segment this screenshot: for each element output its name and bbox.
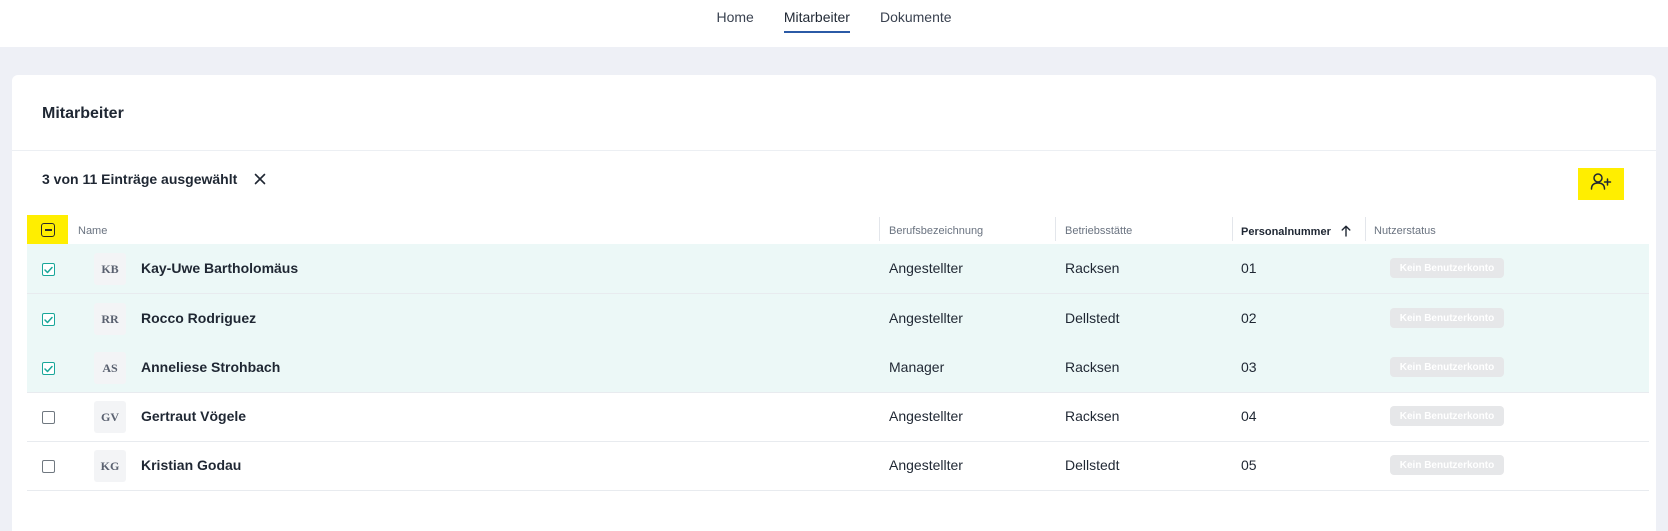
job-title: Angestellter bbox=[889, 408, 963, 424]
table-row[interactable]: AS Anneliese Strohbach Manager Racksen 0… bbox=[27, 343, 1649, 393]
employee-name: Kristian Godau bbox=[141, 457, 242, 473]
column-separator bbox=[879, 217, 880, 241]
column-header-personalnummer-label: Personalnummer bbox=[1241, 226, 1331, 238]
row-checkbox[interactable] bbox=[42, 362, 55, 375]
column-separator bbox=[1365, 217, 1366, 241]
table-row[interactable]: GV Gertraut Vögele Angestellter Racksen … bbox=[27, 392, 1649, 442]
status-badge: Kein Benutzerkonto bbox=[1390, 357, 1504, 377]
table-row[interactable]: KB Kay-Uwe Bartholomäus Angestellter Rac… bbox=[27, 244, 1649, 294]
job-title: Angestellter bbox=[889, 310, 963, 326]
column-header-betriebsstaette[interactable]: Betriebsstätte bbox=[1065, 225, 1132, 237]
column-header-personalnummer[interactable]: Personalnummer bbox=[1241, 225, 1351, 240]
table-row[interactable]: RR Rocco Rodriguez Angestellter Dellsted… bbox=[27, 294, 1649, 344]
employees-card: Mitarbeiter 3 von 11 Einträge ausgewählt… bbox=[12, 75, 1656, 531]
close-icon[interactable] bbox=[251, 170, 269, 188]
row-checkbox[interactable] bbox=[42, 411, 55, 424]
employee-name: Gertraut Vögele bbox=[141, 408, 247, 424]
personnel-number: 05 bbox=[1241, 457, 1257, 473]
avatar: AS bbox=[94, 352, 126, 384]
site: Dellstedt bbox=[1065, 310, 1120, 326]
column-header-name[interactable]: Name bbox=[78, 225, 107, 237]
employee-name: Rocco Rodriguez bbox=[141, 310, 257, 326]
add-user-button[interactable] bbox=[1578, 168, 1624, 200]
site: Racksen bbox=[1065, 260, 1120, 276]
select-all-checkbox[interactable] bbox=[41, 223, 55, 237]
status-badge: Kein Benutzerkonto bbox=[1390, 258, 1504, 278]
employee-name: Anneliese Strohbach bbox=[141, 359, 281, 375]
job-title: Angestellter bbox=[889, 260, 963, 276]
row-checkbox[interactable] bbox=[42, 313, 55, 326]
column-separator bbox=[1055, 217, 1056, 241]
top-navigation: Home Mitarbeiter Dokumente bbox=[0, 0, 1668, 47]
job-title: Manager bbox=[889, 359, 945, 375]
nav-link-mitarbeiter[interactable]: Mitarbeiter bbox=[783, 0, 851, 33]
personnel-number: 02 bbox=[1241, 310, 1257, 326]
personnel-number: 03 bbox=[1241, 359, 1257, 375]
nav-links: Home Mitarbeiter Dokumente bbox=[0, 0, 1668, 47]
row-checkbox[interactable] bbox=[42, 263, 55, 276]
site: Racksen bbox=[1065, 359, 1120, 375]
avatar: RR bbox=[94, 303, 126, 335]
avatar: KG bbox=[94, 450, 126, 482]
page-title: Mitarbeiter bbox=[42, 105, 124, 122]
status-badge: Kein Benutzerkonto bbox=[1390, 455, 1504, 475]
personnel-number: 04 bbox=[1241, 408, 1257, 424]
personnel-number: 01 bbox=[1241, 260, 1257, 276]
status-badge: Kein Benutzerkonto bbox=[1390, 308, 1504, 328]
avatar: GV bbox=[94, 401, 126, 433]
user-plus-icon bbox=[1590, 172, 1612, 197]
nav-link-home[interactable]: Home bbox=[716, 0, 753, 33]
row-checkbox[interactable] bbox=[42, 460, 55, 473]
column-header-berufsbezeichnung[interactable]: Berufsbezeichnung bbox=[889, 225, 983, 237]
selection-bar: 3 von 11 Einträge ausgewählt bbox=[42, 170, 269, 188]
column-header-nutzerstatus[interactable]: Nutzerstatus bbox=[1374, 225, 1436, 237]
divider bbox=[12, 150, 1656, 151]
table-row[interactable]: KG Kristian Godau Angestellter Dellstedt… bbox=[27, 441, 1649, 491]
avatar: KB bbox=[94, 253, 126, 285]
column-separator bbox=[1232, 217, 1233, 241]
job-title: Angestellter bbox=[889, 457, 963, 473]
sort-ascending-icon bbox=[1341, 225, 1351, 240]
selection-count-text: 3 von 11 Einträge ausgewählt bbox=[42, 171, 238, 187]
site: Dellstedt bbox=[1065, 457, 1120, 473]
employee-name: Kay-Uwe Bartholomäus bbox=[141, 260, 299, 276]
nav-link-dokumente[interactable]: Dokumente bbox=[880, 0, 952, 33]
site: Racksen bbox=[1065, 408, 1120, 424]
status-badge: Kein Benutzerkonto bbox=[1390, 406, 1504, 426]
